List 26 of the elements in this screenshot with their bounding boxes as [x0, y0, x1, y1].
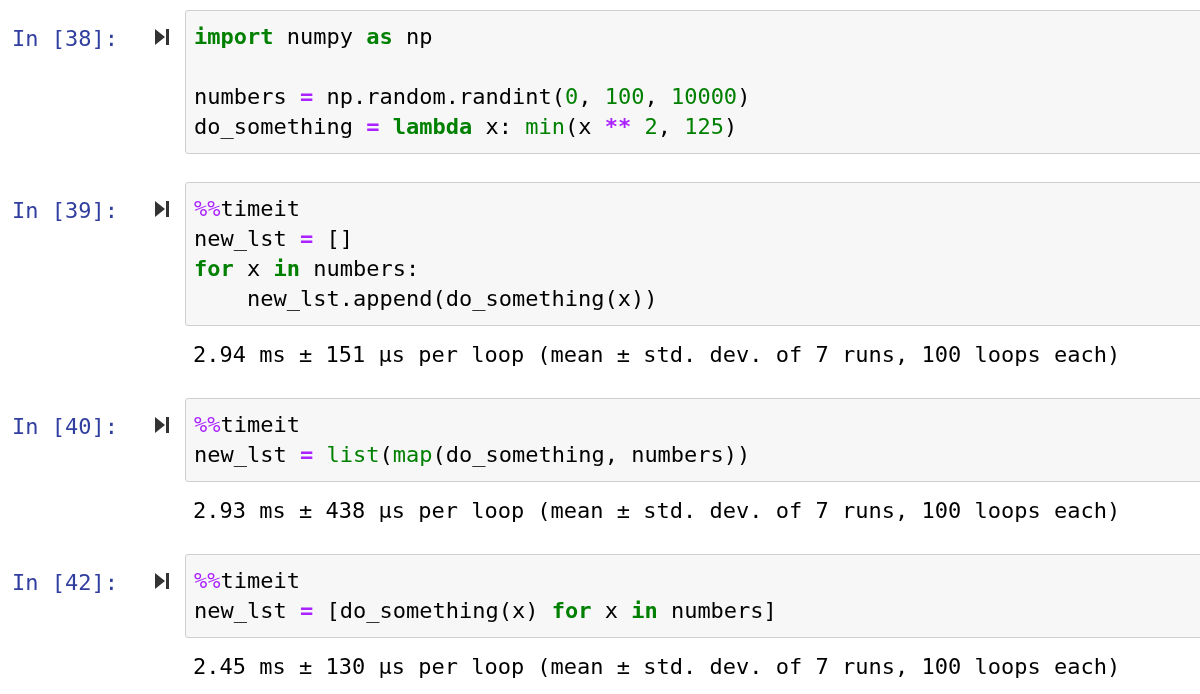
run-cell-icon[interactable]: [155, 29, 169, 45]
run-cell-icon[interactable]: [155, 417, 169, 433]
code-line: import numpy as np: [194, 23, 433, 51]
code-line: %%timeit: [194, 411, 300, 439]
code-line: do_something = lambda x: min(x ** 2, 125): [194, 113, 738, 141]
code-line: new_lst = list(map(do_something, numbers)): [194, 441, 751, 469]
code-line: new_lst = [do_something(x) for x in numbers]: [194, 597, 777, 625]
code-cell[interactable]: %%timeit new_lst = list(map(do_something, numbers)): [185, 398, 1200, 482]
code-line: new_lst.append(do_something(x)): [245, 285, 658, 313]
cell-output: 2.45 ms ± 130 µs per loop (mean ± std. dev. of 7 runs, 100 loops each): [193, 654, 1121, 679]
cell-output: 2.94 ms ± 151 µs per loop (mean ± std. dev. of 7 runs, 100 loops each): [193, 342, 1121, 367]
run-cell-icon[interactable]: [155, 201, 169, 217]
code-cell[interactable]: %%timeit new_lst = [] for x in numbers: new_lst.append(do_something(x)): [185, 182, 1200, 326]
cell-prompt: In [42]:: [12, 570, 118, 595]
code-line: for x in numbers:: [194, 255, 420, 283]
cell-prompt: In [39]:: [12, 198, 118, 223]
run-cell-icon[interactable]: [155, 573, 169, 589]
cell-prompt: In [38]:: [12, 26, 118, 51]
code-cell[interactable]: %%timeit new_lst = [do_something(x) for x in numbers]: [185, 554, 1200, 638]
code-line: %%timeit: [194, 195, 300, 223]
code-line: numbers = np.random.randint(0, 100, 10000): [194, 83, 751, 111]
code-line: new_lst = []: [194, 225, 353, 253]
cell-prompt: In [40]:: [12, 414, 118, 439]
code-line: %%timeit: [194, 567, 300, 595]
cell-output: 2.93 ms ± 438 µs per loop (mean ± std. dev. of 7 runs, 100 loops each): [193, 498, 1121, 523]
code-cell[interactable]: import numpy as np numbers = np.random.randint(0, 100, 10000) do_something = lambda x: min(x ** 2, 125): [185, 10, 1200, 154]
